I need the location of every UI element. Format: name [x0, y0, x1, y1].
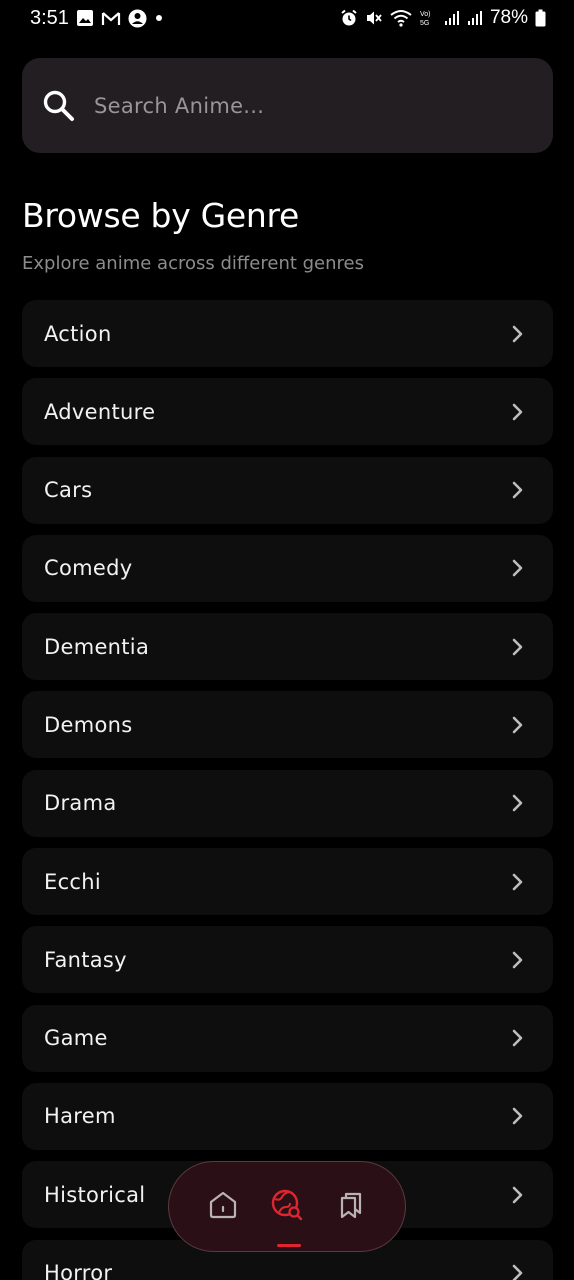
genre-label: Harem [44, 1104, 116, 1129]
genre-item[interactable]: Fantasy [22, 926, 553, 994]
explore-icon [270, 1188, 304, 1226]
genre-item[interactable]: Dementia [22, 613, 553, 681]
bottom-nav [168, 1161, 406, 1252]
mute-icon [365, 9, 383, 27]
genre-label: Drama [44, 791, 117, 816]
svg-text:5G: 5G [420, 20, 429, 27]
genre-label: Demons [44, 712, 133, 737]
signal-icon [444, 10, 460, 26]
genre-item[interactable]: Ecchi [22, 848, 553, 916]
genre-item[interactable]: Drama [22, 769, 553, 837]
nav-explore[interactable] [265, 1185, 309, 1247]
chevron-right-icon [509, 1263, 525, 1280]
dot-icon [154, 13, 164, 23]
genre-label: Historical [44, 1182, 146, 1207]
alarm-icon [340, 9, 358, 27]
bookmarks-icon [335, 1189, 367, 1225]
chevron-right-icon [509, 872, 525, 892]
nav-home[interactable] [201, 1185, 245, 1229]
chevron-right-icon [509, 1106, 525, 1126]
status-right: Vo) 5G 78% [340, 7, 546, 29]
genre-label: Dementia [44, 634, 150, 659]
status-bar: 3:51 Vo) 5G 78% [0, 0, 574, 36]
app-screen: 3:51 Vo) 5G 78% Search Anime... Browse b… [0, 0, 574, 1280]
home-icon [207, 1189, 239, 1225]
nav-bookmarks[interactable] [329, 1185, 373, 1229]
genre-label: Game [44, 1026, 108, 1051]
genre-item[interactable]: Game [22, 1004, 553, 1072]
gmail-icon [101, 10, 121, 27]
genre-label: Adventure [44, 399, 156, 424]
genre-label: Ecchi [44, 869, 102, 894]
chevron-right-icon [509, 637, 525, 657]
chevron-right-icon [509, 480, 525, 500]
genre-label: Cars [44, 478, 93, 503]
battery-percent: 78% [489, 7, 528, 28]
status-left: 3:51 [30, 7, 164, 30]
genre-item[interactable]: Adventure [22, 378, 553, 446]
genre-label: Fantasy [44, 947, 127, 972]
genre-label: Horror [44, 1261, 113, 1280]
page-subtitle: Explore anime across different genres [22, 253, 364, 274]
active-indicator [277, 1243, 301, 1247]
account-icon [128, 9, 147, 28]
chevron-right-icon [509, 715, 525, 735]
genre-item[interactable]: Harem [22, 1082, 553, 1150]
chevron-right-icon [509, 402, 525, 422]
chevron-right-icon [509, 950, 525, 970]
chevron-right-icon [509, 793, 525, 813]
svg-text:Vo): Vo) [420, 11, 431, 18]
wifi-icon [390, 9, 412, 27]
genre-label: Comedy [44, 556, 133, 581]
genre-item[interactable]: Demons [22, 691, 553, 759]
search-icon [42, 89, 76, 123]
genre-label: Action [44, 321, 112, 346]
chevron-right-icon [509, 558, 525, 578]
search-placeholder: Search Anime... [94, 93, 265, 118]
volte-5g-icon: Vo) 5G [419, 8, 437, 28]
genre-item[interactable]: Comedy [22, 534, 553, 602]
genre-item[interactable]: Cars [22, 456, 553, 524]
chevron-right-icon [509, 1028, 525, 1048]
chevron-right-icon [509, 324, 525, 344]
image-icon [76, 9, 94, 27]
chevron-right-icon [509, 1185, 525, 1205]
page-title: Browse by Genre [22, 196, 300, 235]
battery-icon [535, 9, 546, 27]
signal-icon [467, 10, 483, 26]
genre-item[interactable]: Action [22, 300, 553, 367]
search-input[interactable]: Search Anime... [22, 58, 553, 153]
genre-list: Action Adventure Cars Comedy Dementia De… [22, 300, 553, 1280]
status-time: 3:51 [30, 6, 69, 29]
